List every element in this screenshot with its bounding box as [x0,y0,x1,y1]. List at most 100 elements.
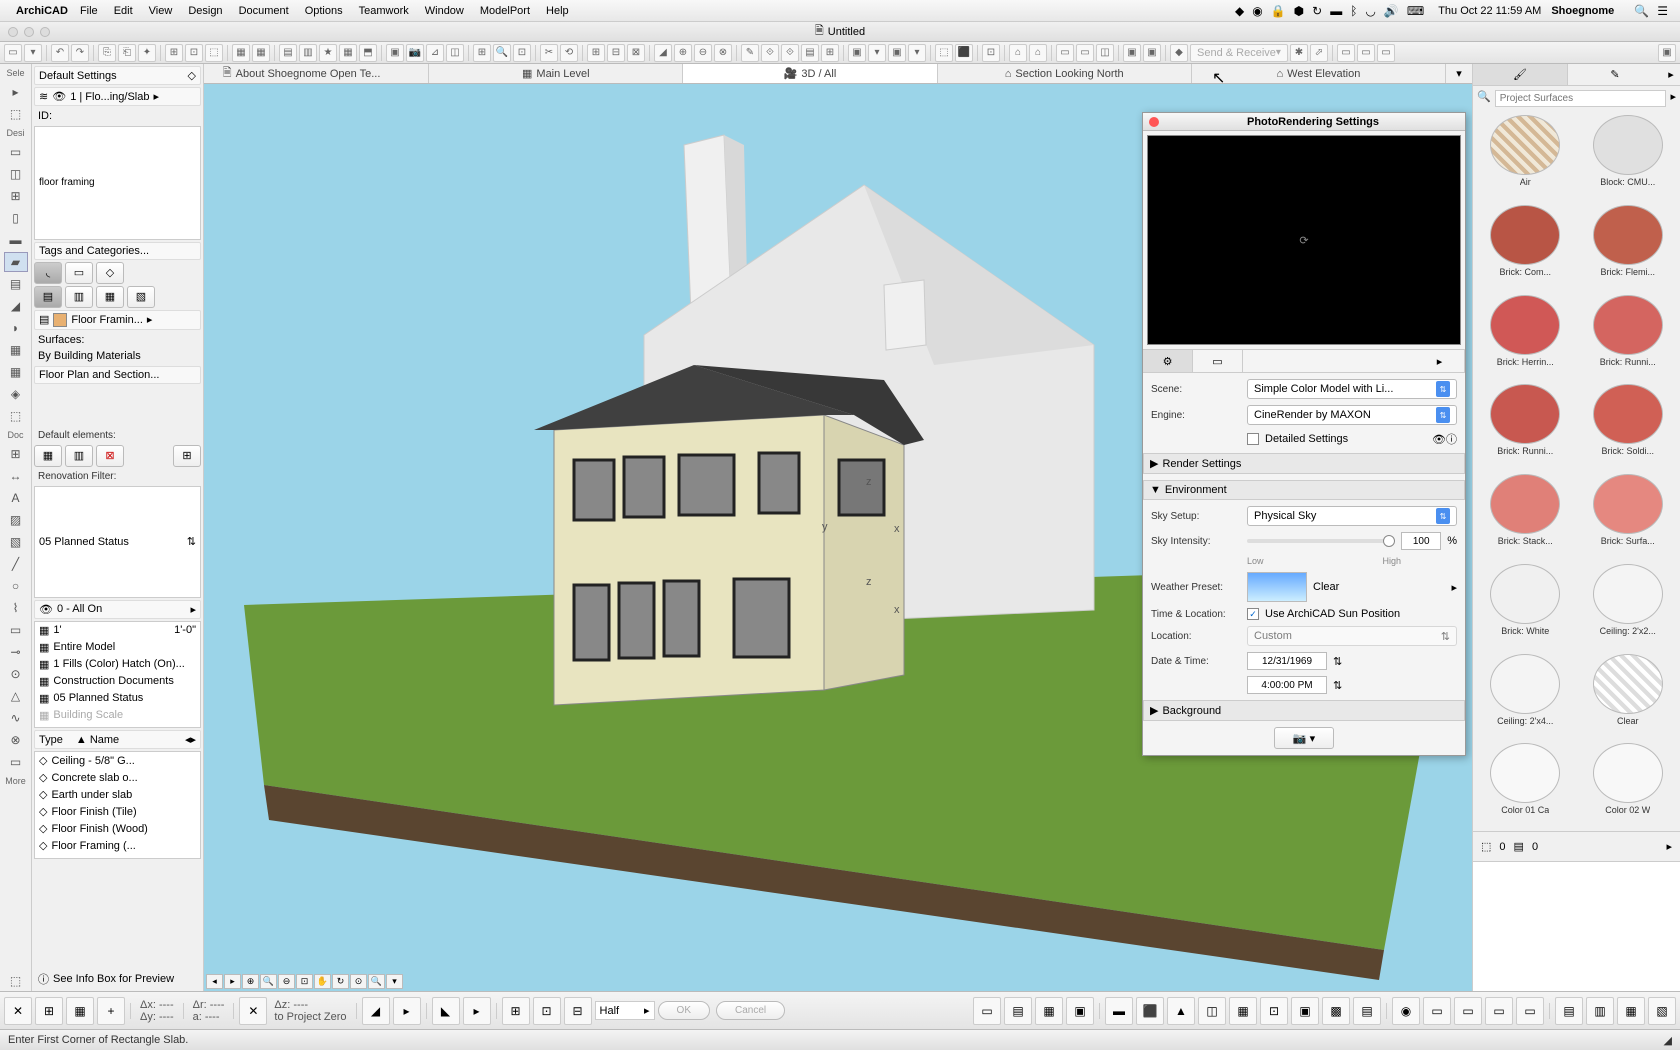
settings-tab[interactable]: ⚙ [1143,350,1193,372]
list-item[interactable]: ◇Operator [35,854,200,859]
list-item[interactable]: ▦05 Planned Status [35,690,200,707]
palette-btn[interactable]: ▤ [1555,997,1583,1025]
z-btn[interactable]: ✕ [239,997,267,1025]
arc-tool[interactable]: ○ [4,576,28,596]
column-tool[interactable]: ▯ [4,208,28,228]
vc-btn[interactable]: 🔍 [260,974,277,989]
tool-btn[interactable]: ◆ [1170,44,1188,62]
tool-btn[interactable]: ⊟ [607,44,625,62]
object-tool[interactable]: ⬚ [4,406,28,426]
surface-item[interactable]: Ceiling: 2'x4... [1477,654,1574,738]
surface-item[interactable]: Ceiling: 2'x2... [1580,564,1677,648]
door-tool[interactable]: ◫ [4,164,28,184]
menu-modelport[interactable]: ModelPort [480,5,530,17]
tool-btn[interactable]: ⊕ [674,44,692,62]
palette-btn[interactable]: ⬛ [1136,997,1164,1025]
ok-button[interactable]: OK [658,1001,710,1020]
tool-btn[interactable]: ▣ [1658,44,1676,62]
vc-btn[interactable]: ⊙ [350,974,367,989]
tab-2[interactable]: ✎ [1567,64,1662,85]
cancel-button[interactable]: Cancel [716,1001,785,1020]
lock-icon[interactable]: 🔒 [1271,4,1286,18]
tool-btn[interactable]: ⊡ [513,44,531,62]
roof-tool[interactable]: ◢ [4,296,28,316]
figure-tool[interactable]: ▭ [4,752,28,772]
dropbox-icon[interactable]: ⬢ [1294,4,1304,18]
list-item[interactable]: ◇Floor Finish (Tile) [35,803,200,820]
geometry-btn[interactable]: ◇ [96,262,124,284]
tool-btn[interactable]: ⌂ [1029,44,1047,62]
vc-btn[interactable]: ✋ [314,974,331,989]
tool-btn[interactable]: ✎ [741,44,759,62]
layers-header[interactable]: 👁0 - All On▸ [34,600,201,619]
tool-btn[interactable]: ⬚ [205,44,223,62]
list-item[interactable]: ▦1'1'-0" [35,622,200,639]
tool-btn[interactable]: ⊞ [473,44,491,62]
skylight-tool[interactable]: ▦ [4,340,28,360]
surfaces-search[interactable] [1495,90,1667,107]
palette-btn[interactable]: ▭ [1485,997,1513,1025]
tool-btn[interactable]: ▣ [386,44,404,62]
expand-icon[interactable]: ▸ [1666,840,1672,853]
palette-btn[interactable]: ◉ [1392,997,1420,1025]
render-button[interactable]: 📷 ▾ [1274,727,1334,749]
resize-grip[interactable]: ◢ [1664,1034,1672,1047]
traffic-lights[interactable] [8,27,50,37]
size-tab[interactable]: ▭ [1193,350,1243,372]
tool-btn[interactable]: ↷ [71,44,89,62]
intensity-input[interactable] [1401,532,1441,550]
wall-tool[interactable]: ▭ [4,142,28,162]
keyboard-icon[interactable]: ⌨ [1407,4,1424,18]
morph-tool[interactable]: ◈ [4,384,28,404]
date-input[interactable] [1247,652,1327,670]
clock[interactable]: Thu Oct 22 11:59 AM [1438,5,1541,17]
tab-main-level[interactable]: ▦Main Level [429,64,683,83]
surface-item[interactable]: Brick: Runni... [1580,295,1677,379]
list-item[interactable]: ▦Building Scale [35,707,200,724]
time-input[interactable] [1247,676,1327,694]
detailed-checkbox[interactable] [1247,433,1259,445]
surface-item[interactable]: Color 02 W [1580,743,1677,827]
surface-item[interactable]: Color 01 Ca [1477,743,1574,827]
info-icon[interactable]: 👁ⓘ [1432,431,1457,447]
bluetooth-icon[interactable]: ᛒ [1350,4,1357,18]
spotlight-icon[interactable]: 🔍 [1634,4,1649,18]
sky-select[interactable]: Physical Sky⇅ [1247,506,1457,526]
mesh-tool[interactable]: ⊞ [4,444,28,464]
drawing-tool[interactable]: ▭ [4,620,28,640]
tool-btn[interactable]: ⌂ [1009,44,1027,62]
weather-menu[interactable]: ▸ [1451,581,1457,594]
hotspot-tool[interactable]: ⊗ [4,730,28,750]
close-icon[interactable] [1149,117,1159,127]
grid-btn[interactable]: ▦ [66,997,94,1025]
tool-btn[interactable]: ▭ [1377,44,1395,62]
snap-btn[interactable]: ▸ [393,997,421,1025]
tool-btn[interactable]: ↶ [51,44,69,62]
col-header[interactable]: ▲ Name [76,734,119,746]
tool-btn[interactable]: ▭ [1337,44,1355,62]
render-preview[interactable]: ⟳ [1147,135,1461,345]
tab-section[interactable]: ⌂Section Looking North [938,64,1192,83]
snap-btn[interactable]: ⊡ [533,997,561,1025]
list-item[interactable]: ◇Floor Framing (... [35,837,200,854]
expand-btn[interactable]: ▸ [1415,350,1465,372]
tool-btn[interactable]: ▤ [279,44,297,62]
polyline-tool[interactable]: ⌇ [4,598,28,618]
tool-btn[interactable]: ⬀ [1310,44,1328,62]
status-icon[interactable]: ◉ [1252,4,1262,18]
tool-btn[interactable]: ⬚ [4,971,28,991]
id-input[interactable] [34,126,201,240]
vc-btn[interactable]: ↻ [332,974,349,989]
elem-btn[interactable]: ▥ [65,445,93,467]
surface-item[interactable]: Brick: Flemi... [1580,205,1677,289]
window-tool[interactable]: ⊞ [4,186,28,206]
tool-btn[interactable]: ▣ [888,44,906,62]
vc-btn[interactable]: ⊡ [296,974,313,989]
send-receive[interactable]: Send & Receive ▾ [1190,44,1288,62]
tool-btn[interactable]: ▤ [801,44,819,62]
elem-btn[interactable]: ⊠ [96,445,124,467]
palette-btn[interactable]: ▤ [1353,997,1381,1025]
snap-btn[interactable]: ◣ [432,997,460,1025]
menu-document[interactable]: Document [239,5,289,17]
list-item[interactable]: ▦Entire Model [35,639,200,656]
